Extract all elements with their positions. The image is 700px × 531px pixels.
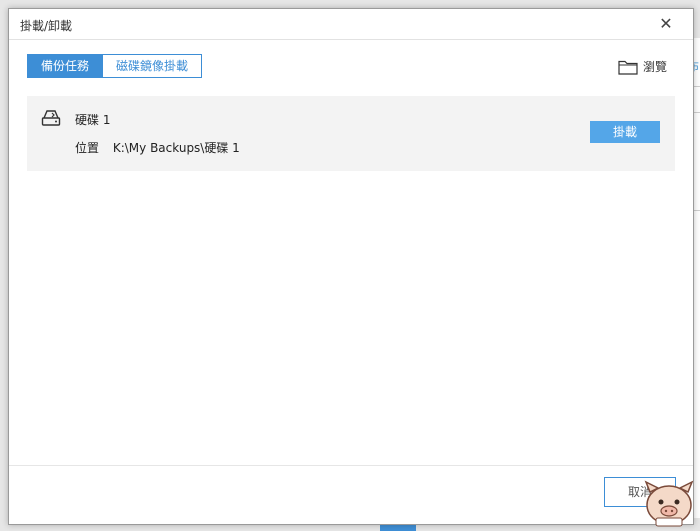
disk-name: 硬碟 1 — [75, 113, 111, 127]
footer-divider — [9, 465, 693, 466]
tab-image-mount[interactable]: 磁碟鏡像掛載 — [103, 54, 203, 78]
mount-dialog: 掛載/卸載 ✕ 備份任務 磁碟鏡像掛載 瀏覽 硬碟 1 位置 K:\My Bac… — [8, 8, 694, 525]
location-label: 位置 — [75, 141, 100, 155]
tab-backup-tasks[interactable]: 備份任務 — [27, 54, 104, 78]
close-button[interactable]: ✕ — [657, 15, 675, 33]
folder-icon — [618, 60, 638, 75]
mount-button[interactable]: 掛載 — [590, 121, 660, 143]
dialog-titlebar: 掛載/卸載 ✕ — [9, 9, 693, 40]
backup-location: 位置 K:\My Backups\硬碟 1 — [75, 139, 240, 156]
mascot-watermark-icon — [644, 480, 694, 527]
browse-label: 瀏覽 — [642, 60, 667, 74]
hard-disk-icon — [41, 110, 61, 126]
location-path: K:\My Backups\硬碟 1 — [112, 141, 240, 155]
tab-bar: 備份任務 磁碟鏡像掛載 — [27, 54, 203, 78]
browse-button[interactable]: 瀏覽 — [618, 58, 667, 75]
dialog-title: 掛載/卸載 — [20, 19, 73, 33]
backup-task-row[interactable]: 硬碟 1 位置 K:\My Backups\硬碟 1 掛載 — [27, 96, 675, 171]
close-icon: ✕ — [659, 14, 673, 33]
